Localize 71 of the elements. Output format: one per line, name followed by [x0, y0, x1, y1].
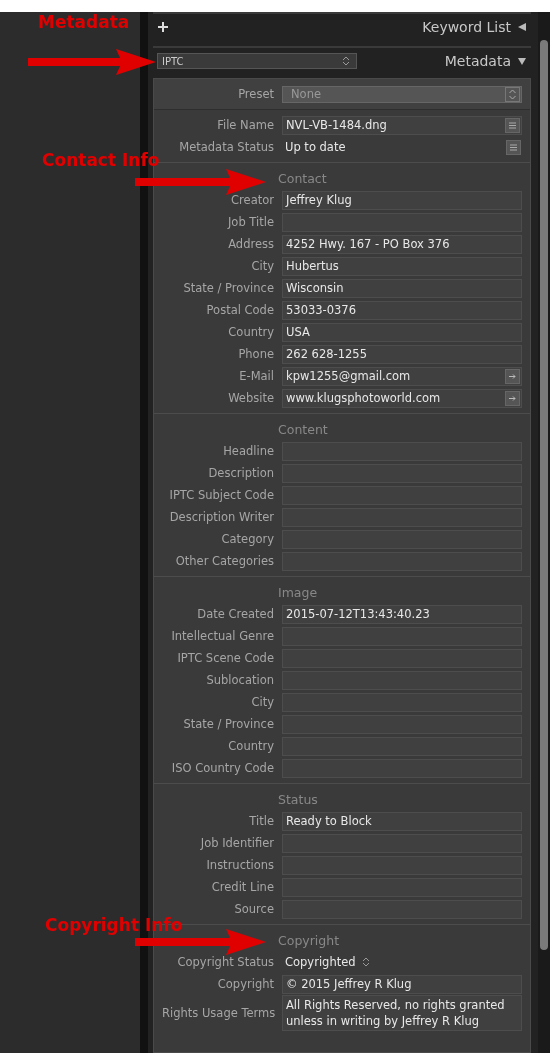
field-label: IPTC Scene Code	[176, 651, 274, 665]
list-icon[interactable]	[506, 139, 521, 155]
text-field[interactable]: Hubertus	[282, 256, 522, 276]
plus-icon[interactable]	[157, 21, 169, 33]
field-label: Metadata Status	[178, 140, 274, 154]
field-label: Headline	[222, 444, 274, 458]
annotation-label: Metadata	[38, 12, 130, 32]
status-dropdown[interactable]: Copyrighted	[285, 955, 356, 969]
field-label: Country	[227, 325, 274, 339]
metadata-set-dropdown[interactable]: IPTC	[157, 53, 357, 69]
field-label: Copyright Status	[176, 955, 274, 969]
field-label: City	[250, 259, 274, 273]
text-field[interactable]: www.klugsphotoworld.com	[282, 388, 522, 408]
field-label: Instructions	[205, 858, 274, 872]
text-field[interactable]: © 2015 Jeffrey R Klug	[282, 974, 522, 994]
field-label: Creator	[230, 193, 274, 207]
text-field[interactable]: Ready to Block	[282, 811, 522, 831]
section-header: Image	[277, 584, 319, 600]
text-field[interactable]: Wisconsin	[282, 278, 522, 298]
text-field[interactable]: Jeffrey Klug	[282, 190, 522, 210]
section-header: Status	[277, 791, 319, 807]
field-label: Title	[248, 814, 274, 828]
updown-icon	[342, 56, 350, 66]
left-triangle-icon[interactable]	[517, 22, 527, 32]
field-label: Description Writer	[168, 510, 274, 524]
section-header: Contact	[277, 170, 328, 186]
text-field[interactable]: 262 628-1255	[282, 344, 522, 364]
down-triangle-icon[interactable]	[517, 56, 527, 66]
field-label: Credit Line	[210, 880, 274, 894]
updown-icon	[361, 957, 370, 967]
field-label: Country	[227, 739, 274, 753]
field-label: Date Created	[196, 607, 274, 621]
text-field[interactable]: USA	[282, 322, 522, 342]
updown-icon	[505, 86, 520, 102]
field-label: City	[250, 695, 274, 709]
text-field[interactable]: 4252 Hwy. 167 - PO Box 376	[282, 234, 522, 254]
field-label: Other Categories	[174, 554, 274, 568]
field-label: Job Title	[226, 215, 274, 229]
field-label: State / Province	[182, 717, 274, 731]
text-field[interactable]: kpw1255@gmail.com	[282, 366, 522, 386]
field-label: E-Mail	[238, 369, 274, 383]
text-area[interactable]: All Rights Reserved, no rights granted unless in writing by Jeffrey R Klug	[282, 995, 522, 1031]
field-label: File Name	[216, 118, 274, 132]
field-label: Phone	[237, 347, 274, 361]
field-label: Website	[227, 391, 274, 405]
field-value: Up to date	[285, 140, 347, 154]
field-label: Copyright	[216, 977, 274, 991]
field-label: Address	[227, 237, 274, 251]
panel-title[interactable]: Metadata	[444, 53, 511, 69]
field-label: State / Province	[182, 281, 274, 295]
annotation-label: Contact Info	[42, 150, 160, 170]
field-label: Preset	[237, 87, 274, 101]
list-icon[interactable]	[505, 117, 520, 133]
field-label: Category	[220, 532, 274, 546]
field-label: Job Identifier	[199, 836, 274, 850]
panel-title[interactable]: Keyword List	[422, 19, 511, 35]
field-label: Rights Usage Terms	[162, 1006, 274, 1020]
field-label: Sublocation	[205, 673, 274, 687]
field-label: Postal Code	[205, 303, 274, 317]
text-field[interactable]: 2015-07-12T13:43:40.23	[282, 604, 522, 624]
field-label: IPTC Subject Code	[168, 488, 274, 502]
field-label: Source	[233, 902, 274, 916]
annotation-label: Copyright Info	[45, 915, 183, 935]
field-label: Intellectual Genre	[170, 629, 274, 643]
section-header: Copyright	[277, 932, 341, 948]
field-label: Description	[207, 466, 274, 480]
text-field[interactable]: NVL-VB-1484.dng	[282, 115, 522, 135]
field-label: ISO Country Code	[170, 761, 274, 775]
scrollbar-thumb[interactable]	[540, 40, 548, 950]
section-header: Content	[277, 421, 329, 437]
text-field[interactable]: 53033-0376	[282, 300, 522, 320]
